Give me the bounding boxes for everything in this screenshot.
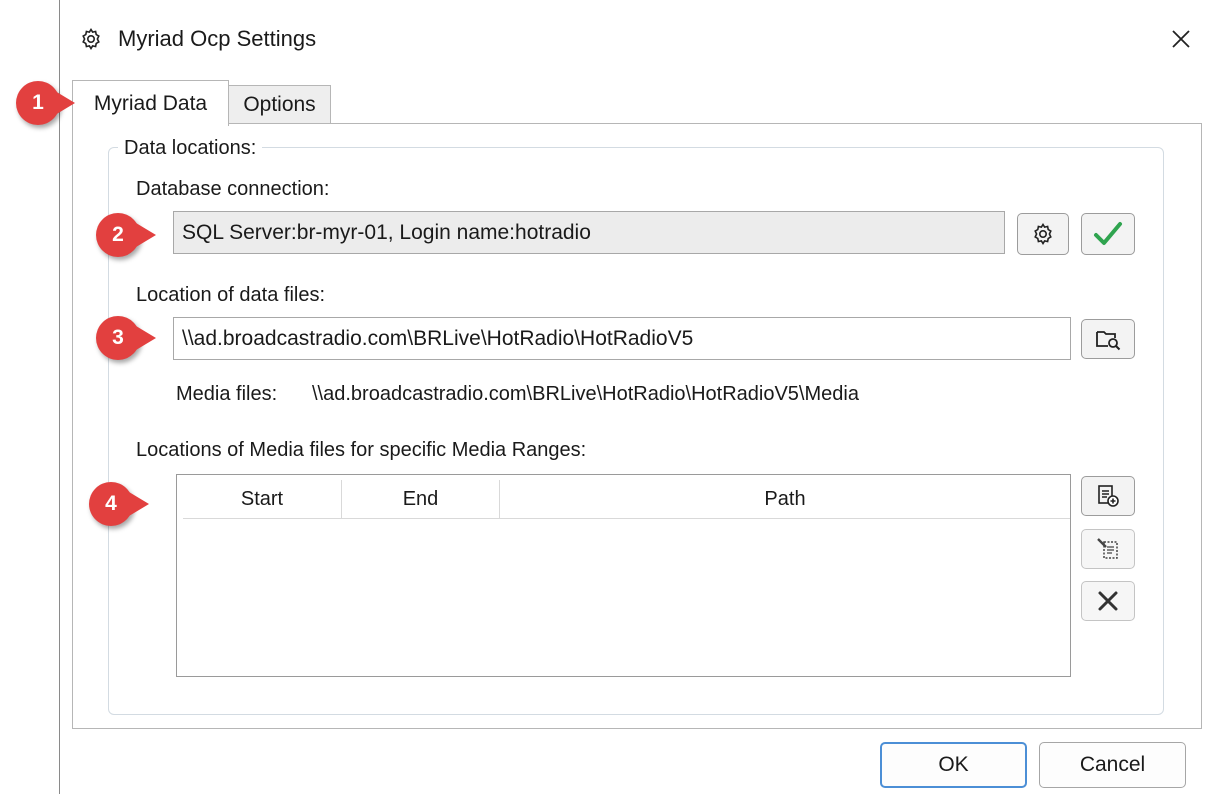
- marker-pointer: [55, 91, 75, 115]
- close-button[interactable]: [1162, 20, 1200, 58]
- column-header-end[interactable]: End: [342, 480, 500, 518]
- folder-search-icon: [1096, 331, 1121, 351]
- media-files-label: Media files:: [176, 383, 278, 405]
- add-range-button[interactable]: [1081, 476, 1135, 516]
- data-files-path-input[interactable]: \\ad.broadcastradio.com\BRLive\HotRadio\…: [173, 317, 1071, 360]
- edit-range-icon: [1097, 538, 1118, 559]
- table-header: Start End Path: [183, 480, 1070, 519]
- marker-pointer: [136, 223, 156, 247]
- media-ranges-label: Locations of Media files for specific Me…: [136, 439, 587, 461]
- close-icon: [1172, 30, 1190, 48]
- annotation-marker-1: 1: [16, 81, 60, 125]
- database-settings-button[interactable]: [1017, 213, 1069, 255]
- gear-icon: [79, 27, 103, 51]
- database-connection-field[interactable]: SQL Server:br-myr-01, Login name:hotradi…: [173, 211, 1005, 254]
- group-legend: Data locations:: [118, 135, 263, 161]
- test-connection-button[interactable]: [1081, 213, 1135, 255]
- column-header-path[interactable]: Path: [500, 480, 1070, 518]
- gear-icon: [1034, 222, 1052, 246]
- media-ranges-table[interactable]: Start End Path: [176, 474, 1071, 677]
- delete-icon: [1098, 591, 1118, 611]
- ok-button[interactable]: OK: [880, 742, 1027, 788]
- annotation-marker-3: 3: [96, 316, 140, 360]
- browse-data-files-button[interactable]: [1081, 319, 1135, 359]
- tab-options[interactable]: Options: [228, 85, 331, 124]
- tab-myriad-data[interactable]: Myriad Data: [72, 80, 229, 126]
- annotation-marker-2: 2: [96, 213, 140, 257]
- marker-pointer: [129, 492, 149, 516]
- cancel-button[interactable]: Cancel: [1039, 742, 1186, 788]
- database-connection-label: Database connection:: [136, 178, 330, 200]
- marker-pointer: [136, 326, 156, 350]
- window-title: Myriad Ocp Settings: [118, 26, 317, 51]
- edit-range-button[interactable]: [1081, 529, 1135, 569]
- delete-range-button[interactable]: [1081, 581, 1135, 621]
- media-files-path: \\ad.broadcastradio.com\BRLive\HotRadio\…: [312, 383, 859, 405]
- check-icon: [1094, 222, 1122, 245]
- data-files-label: Location of data files:: [136, 284, 326, 306]
- add-range-icon: [1098, 485, 1119, 507]
- column-header-start[interactable]: Start: [183, 480, 342, 518]
- annotation-marker-4: 4: [89, 482, 133, 526]
